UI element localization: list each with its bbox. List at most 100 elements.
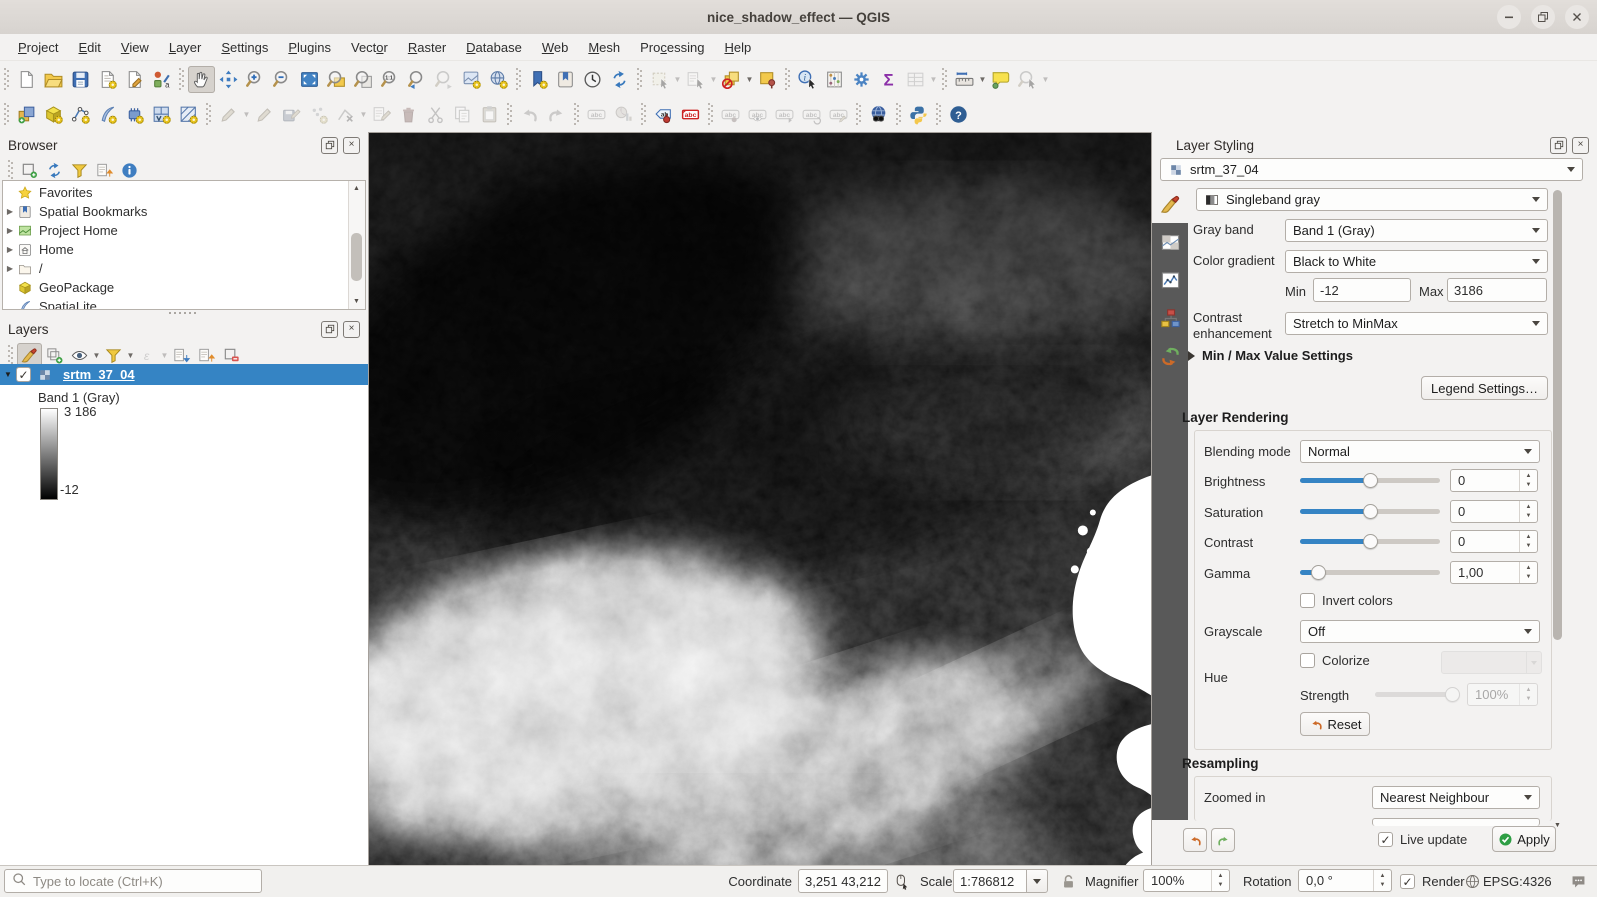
expand-icon[interactable]: ▶ — [3, 245, 17, 254]
toolbar-drag-handle[interactable] — [516, 68, 521, 90]
menu-mesh[interactable]: Mesh — [578, 36, 630, 59]
toolbar-drag-handle[interactable] — [507, 103, 512, 125]
toolbar-drag-handle[interactable] — [206, 103, 211, 125]
layers-float-icon[interactable] — [321, 321, 338, 338]
browser-close-icon[interactable]: × — [343, 137, 360, 154]
new-print-layout-icon[interactable] — [94, 66, 121, 93]
processing-toolbox-icon[interactable] — [848, 66, 875, 93]
vertex-tool-dropdown-icon[interactable]: ▼ — [359, 101, 368, 128]
deselect-all-icon[interactable] — [718, 66, 745, 93]
pan-map-icon[interactable] — [188, 66, 215, 93]
rotation-spin[interactable]: 0,0 °▲▼ — [1298, 869, 1392, 892]
coordinate-input[interactable]: 3,251 43,212 — [798, 869, 888, 893]
zoom-to-selection-icon[interactable] — [323, 66, 350, 93]
browser-item-geopackage[interactable]: GeoPackage — [3, 278, 348, 297]
layer-visibility-checkbox[interactable] — [16, 367, 31, 382]
new-shapefile-layer-icon[interactable] — [67, 101, 94, 128]
color-gradient-combo[interactable]: Black to White — [1285, 250, 1548, 273]
attributes-tab[interactable] — [1152, 299, 1188, 337]
menu-plugins[interactable]: Plugins — [278, 36, 341, 59]
browser-scrollbar[interactable]: ▲ ▼ — [348, 181, 365, 309]
current-edits-dropdown-icon[interactable]: ▼ — [242, 101, 251, 128]
toolbar-drag-handle[interactable] — [4, 68, 9, 90]
close-button[interactable] — [1565, 5, 1589, 29]
toolbar-drag-handle[interactable] — [4, 103, 9, 125]
toolbar-drag-handle[interactable] — [708, 103, 713, 125]
temporal-controller-icon[interactable] — [579, 66, 606, 93]
new-project-icon[interactable] — [13, 66, 40, 93]
styling-undo-button[interactable] — [1183, 828, 1207, 852]
colorize-color-swatch[interactable] — [1441, 651, 1542, 674]
toolbar-drag-handle[interactable] — [896, 103, 901, 125]
deselect-all-dropdown-icon[interactable]: ▼ — [745, 66, 754, 93]
restore-button[interactable] — [1531, 5, 1555, 29]
layers-close-icon[interactable]: × — [343, 321, 360, 338]
saturation-slider[interactable] — [1300, 503, 1440, 519]
toolbar-drag-handle[interactable] — [942, 68, 947, 90]
highlight-pinned-labels-icon[interactable]: ab — [650, 101, 677, 128]
menu-settings[interactable]: Settings — [211, 36, 278, 59]
pan-to-selection-icon[interactable] — [215, 66, 242, 93]
statistical-summary-icon[interactable]: Σ — [875, 66, 902, 93]
gray-band-combo[interactable]: Band 1 (Gray) — [1285, 219, 1548, 242]
browser-item-spatialite[interactable]: SpatiaLite — [3, 297, 348, 310]
blending-mode-combo[interactable]: Normal — [1300, 440, 1540, 463]
run-feature-action-dropdown-icon[interactable]: ▼ — [1041, 66, 1050, 93]
select-features-dropdown-icon[interactable]: ▼ — [673, 66, 682, 93]
identify-features-icon[interactable]: i — [794, 66, 821, 93]
magnifier-spin[interactable]: 100%▲▼ — [1143, 869, 1230, 892]
contrast-enhancement-combo[interactable]: Stretch to MinMax — [1285, 312, 1548, 335]
symbology-tab[interactable] — [1152, 185, 1188, 223]
expand-icon[interactable]: ▶ — [3, 264, 17, 273]
saturation-spin[interactable]: 0▲▼ — [1450, 500, 1538, 523]
menu-layer[interactable]: Layer — [159, 36, 212, 59]
apply-button[interactable]: Apply — [1492, 826, 1556, 852]
show-layout-manager-icon[interactable] — [121, 66, 148, 93]
histogram-tab[interactable] — [1152, 261, 1188, 299]
live-update-checkbox[interactable] — [1378, 832, 1393, 847]
colorize-checkbox[interactable] — [1300, 653, 1315, 668]
brightness-spin[interactable]: 0▲▼ — [1450, 469, 1538, 492]
toolbar-drag-handle[interactable] — [936, 103, 941, 125]
grayscale-combo[interactable]: Off — [1300, 620, 1540, 643]
open-data-source-manager-icon[interactable] — [13, 101, 40, 128]
legend-settings-button[interactable]: Legend Settings… — [1421, 376, 1548, 400]
renderer-combo[interactable]: Singleband gray — [1196, 188, 1548, 211]
zoom-to-layer-icon[interactable] — [350, 66, 377, 93]
show-unplaced-labels-icon[interactable]: abc — [677, 101, 704, 128]
styling-redo-button[interactable] — [1211, 828, 1235, 852]
strength-spin[interactable]: 100%▲▼ — [1467, 683, 1538, 706]
select-by-form-dropdown-icon[interactable]: ▼ — [709, 66, 718, 93]
scale-dropdown-icon[interactable] — [1026, 869, 1048, 893]
browser-item-spatial-bookmarks[interactable]: ▶Spatial Bookmarks — [3, 202, 348, 221]
browser-item-home[interactable]: ▶Home — [3, 240, 348, 259]
expand-icon[interactable]: ▶ — [3, 226, 17, 235]
menu-view[interactable]: View — [111, 36, 159, 59]
zoom-full-icon[interactable] — [296, 66, 323, 93]
python-console-icon[interactable] — [905, 101, 932, 128]
menu-database[interactable]: Database — [456, 36, 532, 59]
transparency-tab[interactable] — [1152, 223, 1188, 261]
scale-input[interactable]: 1:786812 — [953, 869, 1027, 893]
min-input[interactable]: -12 — [1313, 278, 1411, 302]
toolbar-drag-handle[interactable] — [856, 103, 861, 125]
messages-icon[interactable] — [1570, 866, 1587, 897]
gamma-spin[interactable]: 1,00▲▼ — [1450, 561, 1538, 584]
open-attribute-table-dropdown-icon[interactable]: ▼ — [929, 66, 938, 93]
locator-input[interactable]: Type to locate (Ctrl+K) — [4, 869, 262, 893]
new-temporary-scratch-layer-icon[interactable] — [121, 101, 148, 128]
new-3d-map-view-icon[interactable] — [485, 66, 512, 93]
render-checkbox[interactable] — [1400, 874, 1415, 889]
styling-scrollbar[interactable]: ▼ — [1552, 188, 1563, 824]
refresh-map-icon[interactable] — [606, 66, 633, 93]
new-spatial-bookmark-icon[interactable] — [525, 66, 552, 93]
new-mesh-layer-icon[interactable] — [175, 101, 202, 128]
strength-slider[interactable] — [1375, 686, 1457, 702]
styling-close-icon[interactable]: × — [1572, 137, 1589, 154]
toolbar-drag-handle[interactable] — [637, 68, 642, 90]
zoom-native-icon[interactable]: 1:1 — [377, 66, 404, 93]
field-calculator-icon[interactable] — [821, 66, 848, 93]
styling-float-icon[interactable] — [1550, 137, 1567, 154]
browser-float-icon[interactable] — [321, 137, 338, 154]
menu-web[interactable]: Web — [532, 36, 579, 59]
